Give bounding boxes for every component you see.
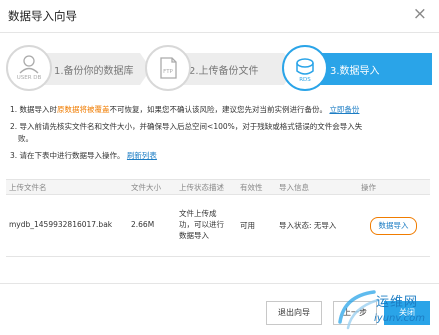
svg-text:FTP: FTP [163,69,173,75]
step-1: 1.备份你的数据库 USER DB [6,45,151,91]
dialog-titlebar: 数据导入向导 × [0,0,439,33]
note-2: 2. 导入前请先核实文件名和文件大小，并确保导入后总空间<100%，对于残缺或格… [10,122,363,143]
rds-icon: RDS [282,45,328,91]
dialog-title: 数据导入向导 [8,9,77,23]
notes: 1. 数据导入时原数据将被覆盖不可恢复，如果您不确认该风险，建议您先对当前实例进… [10,104,430,167]
svg-text:RDS: RDS [299,77,311,83]
col-import-info: 导入信息 [279,183,309,192]
refresh-list-link[interactable]: 刷新列表 [127,151,157,160]
watermark-logo: 运维网 iyunv.com [334,286,439,335]
step-1-label: 1.备份你的数据库 [54,66,134,77]
note-1: 1. 数据导入时原数据将被覆盖不可恢复，如果您不确认该风险，建议您先对当前实例进… [10,105,360,114]
note-3: 3. 请在下表中进行数据导入操作。 刷新列表 [10,151,157,160]
col-action: 操作 [361,183,376,192]
table-header: 上传文件名 文件大小 上传状态描述 有效性 导入信息 操作 [6,179,430,195]
svg-text:USER DB: USER DB [17,75,42,81]
row-validity: 可用 [240,221,255,230]
col-size: 文件大小 [131,183,161,192]
backup-now-link[interactable]: 立即备份 [329,105,359,114]
row-status-desc: 文件上传成功，可以进行数据导入 [179,209,224,240]
col-validity: 有效性 [240,183,263,192]
ftp-icon: FTP [145,45,191,91]
step-3: 3.数据导入 RDS [282,45,432,91]
row-filename: mydb_1459932816017.bak [9,220,113,229]
col-filename: 上传文件名 [9,183,47,192]
table-row: mydb_1459932816017.bak 2.66M 文件上传成功，可以进行… [6,195,430,257]
step-2-label: 2.上传备份文件 [189,66,259,77]
row-import-info: 导入状态: 无导入 [279,221,337,230]
overwrite-warning: 原数据将被覆盖 [57,105,110,114]
wizard-steps: 1.备份你的数据库 USER DB 2.上传备份文件 FTP 3.数据导入 RD… [0,45,439,91]
row-size: 2.66M [131,220,155,229]
exit-wizard-button[interactable]: 退出向导 [266,301,322,325]
close-icon[interactable]: × [413,6,427,23]
step-3-label: 3.数据导入 [330,66,380,77]
col-status: 上传状态描述 [179,183,224,192]
step-2: 2.上传备份文件 FTP [145,45,295,91]
user-db-icon: USER DB [6,45,52,91]
import-data-button[interactable]: 数据导入 [370,217,417,235]
upload-file-table: 上传文件名 文件大小 上传状态描述 有效性 导入信息 操作 mydb_14599… [6,179,430,257]
